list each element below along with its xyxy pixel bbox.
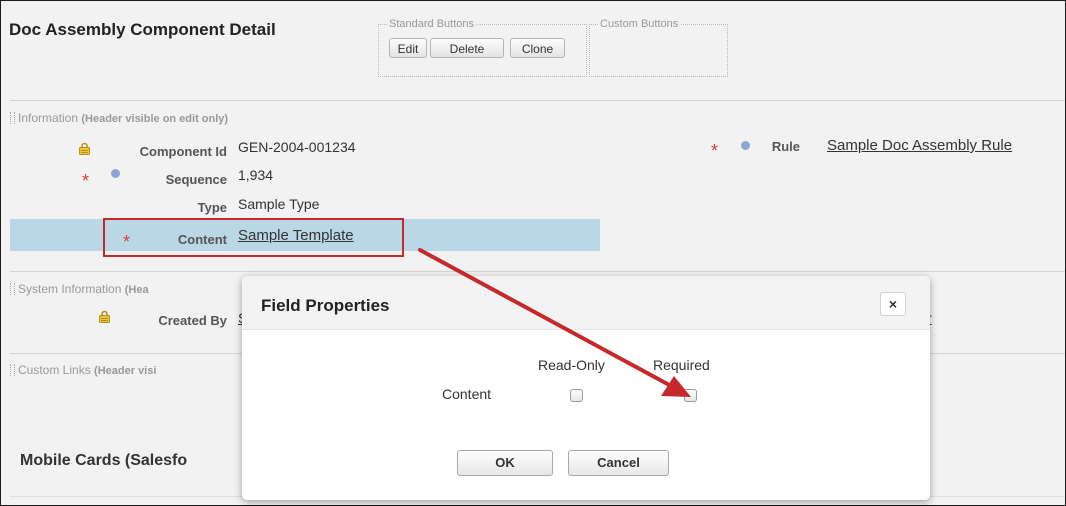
- page-frame: Doc Assembly Component Detail Standard B…: [0, 0, 1066, 506]
- annotation-arrow-icon: [418, 248, 691, 397]
